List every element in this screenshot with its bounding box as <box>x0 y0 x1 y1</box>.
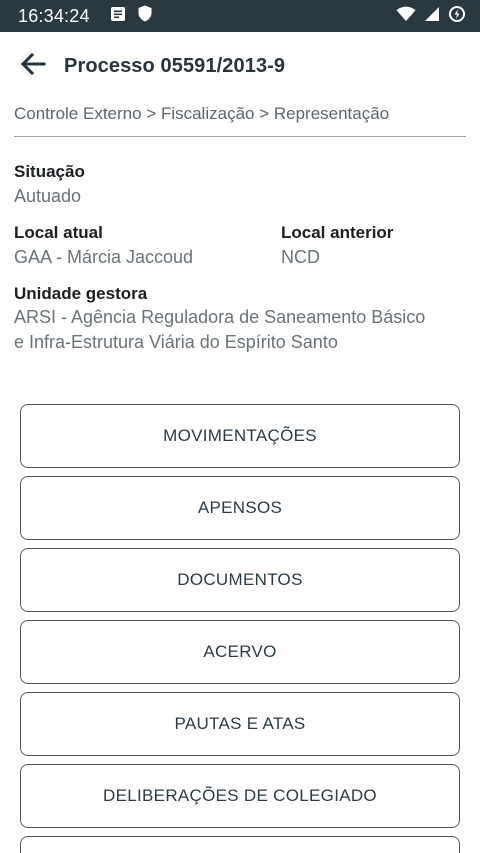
unidade-gestora-value-line2: e Infra-Estrutura Viária do Espírito San… <box>14 332 338 352</box>
acervo-button[interactable]: ACERVO <box>20 620 460 684</box>
unidade-gestora-value: ARSI - Agência Reguladora de Saneamento … <box>14 305 474 355</box>
signal-icon <box>424 6 440 27</box>
app-bar: Processo 05591/2013-9 <box>0 32 480 100</box>
unidade-gestora-section: Unidade gestora ARSI - Agência Regulador… <box>14 284 474 355</box>
status-icons-left <box>110 5 152 27</box>
back-button[interactable] <box>18 51 48 81</box>
wifi-icon <box>396 6 416 27</box>
notes-icon <box>110 6 126 27</box>
local-anterior-label: Local anterior <box>281 223 394 242</box>
local-atual-section: Local atual GAA - Márcia Jaccoud <box>14 223 193 268</box>
documentos-button[interactable]: DOCUMENTOS <box>20 548 460 612</box>
pautas-e-atas-button[interactable]: PAUTAS E ATAS <box>20 692 460 756</box>
status-bar: 16:34:24 <box>0 0 480 32</box>
battery-saver-icon <box>448 5 466 28</box>
deliberacoes-de-colegiado-button[interactable]: DELIBERAÇÕES DE COLEGIADO <box>20 764 460 828</box>
local-anterior-value: NCD <box>281 247 320 267</box>
apensos-button[interactable]: APENSOS <box>20 476 460 540</box>
status-left: 16:34:24 <box>18 5 152 27</box>
local-anterior-section: Local anterior NCD <box>281 223 393 268</box>
unidade-gestora-value-line1: ARSI - Agência Reguladora de Saneamento … <box>14 307 426 327</box>
situacao-section: Situação Autuado <box>14 162 85 207</box>
movimentacoes-button[interactable]: MOVIMENTAÇÕES <box>20 404 460 468</box>
status-right <box>396 5 466 28</box>
shield-icon <box>138 5 152 27</box>
breadcrumb: Controle Externo > Fiscalização > Repres… <box>14 104 466 137</box>
arrow-left-icon <box>20 51 46 82</box>
situacao-value: Autuado <box>14 186 82 206</box>
local-atual-value: GAA - Márcia Jaccoud <box>14 247 194 267</box>
next-action-button[interactable] <box>20 836 460 853</box>
status-time: 16:34:24 <box>18 5 90 26</box>
local-atual-label: Local atual <box>14 223 103 242</box>
situacao-label: Situação <box>14 162 85 181</box>
page-title: Processo 05591/2013-9 <box>64 54 286 77</box>
unidade-gestora-label: Unidade gestora <box>14 284 148 303</box>
